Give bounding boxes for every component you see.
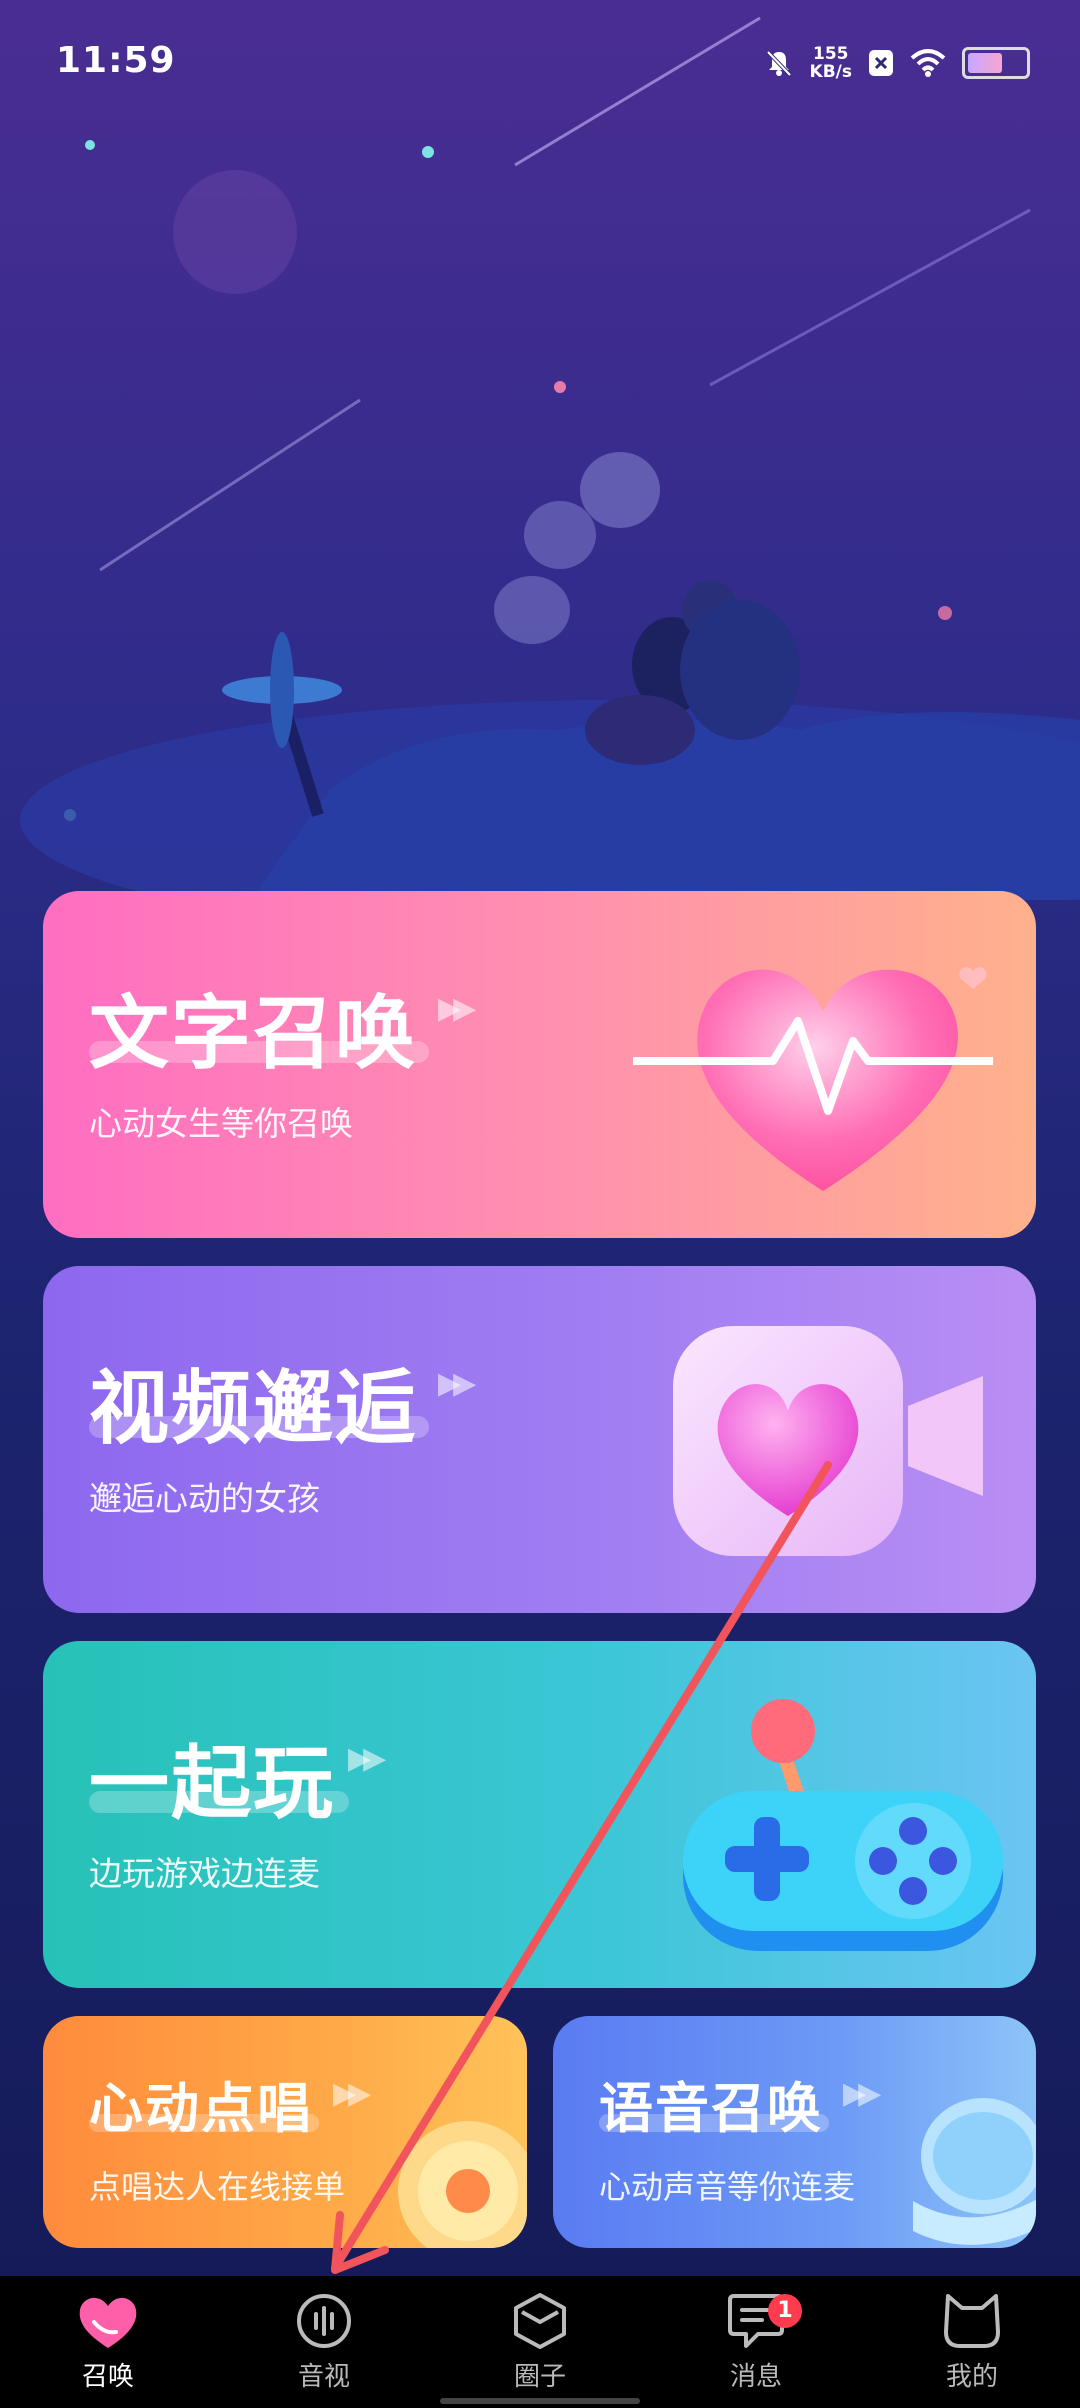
card-title: 视频邂逅 — [89, 1362, 417, 1455]
forward-arrow-icon: ▶▶ — [438, 1366, 476, 1401]
hexagon-icon — [514, 2293, 566, 2349]
microphone-icon — [913, 2098, 1036, 2245]
nav-item-messages[interactable]: 1 消息 — [648, 2276, 864, 2408]
gamepad-icon — [683, 1699, 1003, 1951]
bottom-nav: 召唤 音视 圈子 1 消息 我的 — [0, 2276, 1080, 2408]
nav-item-me[interactable]: 我的 — [864, 2276, 1080, 2408]
voice-summon-card[interactable]: 语音召唤 ▶▶ 心动声音等你连麦 — [553, 2016, 1036, 2248]
card-title: 文字召唤 — [89, 987, 417, 1080]
card-subtitle: 心动女生等你召唤 — [89, 1104, 353, 1143]
home-indicator — [440, 2398, 640, 2404]
video-meet-card[interactable]: 视频邂逅 ▶▶ 邂逅心动的女孩 — [43, 1266, 1036, 1613]
battery-icon — [962, 47, 1030, 79]
forward-arrow-icon: ▶▶ — [843, 2076, 881, 2111]
close-box-icon — [869, 50, 893, 76]
forward-arrow-icon: ▶▶ — [333, 2076, 371, 2111]
forward-arrow-icon: ▶▶ — [348, 1741, 386, 1776]
unread-badge: 1 — [768, 2294, 802, 2328]
text-summon-card[interactable]: 文字召唤 ▶▶ 心动女生等你召唤 — [43, 891, 1036, 1238]
card-title: 心动点唱 — [89, 2077, 313, 2140]
heart-pulse-icon — [633, 967, 993, 1191]
video-heart-icon — [673, 1326, 983, 1556]
background-illustration — [20, 16, 1080, 900]
status-bar: 11:59 155 KB/s — [0, 0, 1080, 120]
mute-bell-icon — [766, 50, 791, 77]
audio-wave-icon — [297, 2294, 351, 2348]
nav-item-audio-video[interactable]: 音视 — [216, 2276, 432, 2408]
nav-label: 消息 — [729, 2362, 782, 2392]
nav-label: 音视 — [297, 2362, 350, 2392]
forward-arrow-icon: ▶▶ — [438, 991, 476, 1026]
nav-label: 召唤 — [81, 2362, 134, 2392]
nav-label: 圈子 — [513, 2362, 566, 2392]
card-title: 一起玩 — [89, 1737, 335, 1830]
heart-icon — [79, 2297, 137, 2348]
play-together-card[interactable]: 一起玩 ▶▶ 边玩游戏边连麦 — [43, 1641, 1036, 1988]
nav-item-summon[interactable]: 召唤 — [0, 2276, 216, 2408]
wifi-icon — [910, 49, 946, 77]
disc-icon — [398, 2121, 527, 2248]
clock: 11:59 — [56, 40, 176, 81]
card-title: 语音召唤 — [599, 2077, 823, 2140]
network-speed: 155 KB/s — [809, 44, 852, 82]
card-subtitle: 邂逅心动的女孩 — [89, 1479, 320, 1518]
cat-face-icon — [944, 2294, 1000, 2348]
card-subtitle: 边玩游戏边连麦 — [89, 1854, 320, 1893]
card-subtitle: 点唱达人在线接单 — [89, 2168, 346, 2206]
nav-label: 我的 — [945, 2362, 998, 2392]
heart-sing-card[interactable]: 心动点唱 ▶▶ 点唱达人在线接单 — [43, 2016, 527, 2248]
nav-item-circle[interactable]: 圈子 — [432, 2276, 648, 2408]
card-subtitle: 心动声音等你连麦 — [599, 2168, 856, 2206]
